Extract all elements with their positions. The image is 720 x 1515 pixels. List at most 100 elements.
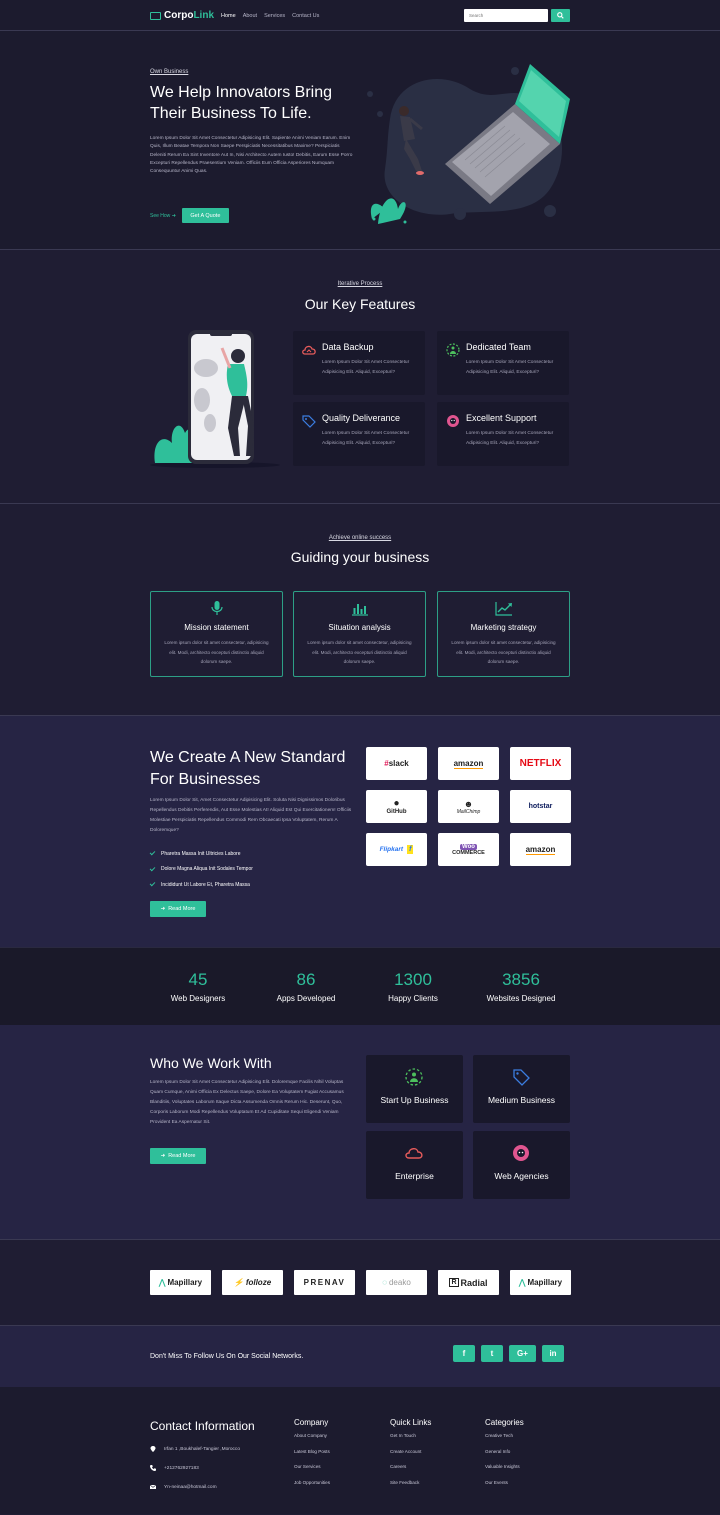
- features-title: Our Key Features: [304, 296, 416, 312]
- logo-slack: # slack: [366, 747, 427, 780]
- standard-checklist: Pharetra Massa Init Ultricies Labore Dol…: [149, 846, 253, 893]
- main-menu: Home About Services Contact Us: [221, 13, 319, 19]
- checklist-item: Dolore Magna Aliqua Init Sodales Tempor: [149, 862, 253, 878]
- guiding-title: Guiding your business: [290, 549, 430, 565]
- who-we-work-with-section: Who We Work With Lorem Ipsum Dolor Sit A…: [0, 1025, 720, 1240]
- logo-flipkart: Flipkart f: [366, 833, 427, 866]
- footer-link[interactable]: General Info: [485, 1449, 510, 1454]
- contact-email: Yn-neinaa@hotmail.com: [150, 1484, 217, 1490]
- who-card-title: Web Agencies: [494, 1171, 549, 1181]
- footer-link[interactable]: Careers: [390, 1464, 406, 1469]
- footer-link[interactable]: Our Services: [294, 1464, 321, 1469]
- stat-label: Happy Clients: [388, 994, 438, 1003]
- stats-section: 45 Web Designers 86 Apps Developed 1300 …: [0, 947, 720, 1025]
- arrow-right-icon: ➜: [160, 906, 166, 912]
- footer-link[interactable]: Job Opportunities: [294, 1480, 330, 1485]
- check-icon: [149, 849, 156, 856]
- deako-icon: ◌: [382, 1278, 387, 1287]
- footer-link[interactable]: Latest Blog Posts: [294, 1449, 330, 1454]
- feature-body: Lorem Ipsum Dolor Sit Amet Consectetur A…: [466, 431, 554, 446]
- footer-column-company: Company About Company Latest Blog Posts …: [294, 1418, 330, 1496]
- envelope-icon: [150, 1484, 156, 1489]
- stat-label: Apps Developed: [276, 994, 336, 1003]
- support-icon: [447, 415, 459, 427]
- linkedin-button[interactable]: in: [542, 1345, 564, 1362]
- location-pin-icon: [150, 1446, 156, 1452]
- who-title: Who We Work With: [150, 1055, 272, 1071]
- footer-link[interactable]: Site Feedback: [390, 1480, 419, 1485]
- footer-link[interactable]: Our Events: [485, 1480, 508, 1485]
- client-logo-prenav: PRENAV: [294, 1270, 355, 1295]
- who-read-more-button[interactable]: ➜ Read More: [150, 1148, 206, 1164]
- hero-section: Own Business We Help Innovators Bring Th…: [0, 31, 720, 250]
- stat-label: Web Designers: [170, 994, 226, 1003]
- who-card-startup: Start Up Business: [366, 1055, 463, 1123]
- who-card-enterprise: Enterprise: [366, 1131, 463, 1199]
- hero-illustration: [367, 64, 570, 224]
- team-icon: [446, 343, 460, 357]
- nav-home[interactable]: Home: [221, 13, 236, 19]
- guiding-card-marketing: Marketing strategy Lorem ipsum dolor sit…: [437, 591, 570, 677]
- footer-link[interactable]: Valuable Insights: [485, 1464, 520, 1469]
- google-plus-button[interactable]: G+: [509, 1345, 536, 1362]
- see-how-link[interactable]: See How ➜: [150, 213, 176, 219]
- stat-label: Websites Designed: [486, 994, 556, 1003]
- feature-body: Lorem Ipsum Dolor Sit Amet Consectetur A…: [322, 431, 410, 446]
- hero-body: Lorem Ipsum Dolor Sit Amet Consectetur A…: [150, 136, 353, 175]
- footer-link[interactable]: Get In Touch: [390, 1433, 416, 1438]
- features-section: Iterative Process Our Key Features Data …: [0, 250, 720, 504]
- get-quote-button[interactable]: Get A Quote: [181, 208, 229, 223]
- feature-body: Lorem Ipsum Dolor Sit Amet Consectetur A…: [322, 360, 410, 375]
- logo[interactable]: Corpo Link: [150, 10, 214, 21]
- footer-column-categories: Categories Creative Tech General Info Va…: [485, 1418, 524, 1496]
- footer-column-title: Quick Links: [390, 1418, 432, 1427]
- footer-link[interactable]: Create Account: [390, 1449, 421, 1454]
- google-plus-icon: G+: [517, 1349, 528, 1358]
- logo-mailchimp: ☻ MailChimp: [438, 790, 499, 823]
- features-eyebrow: Iterative Process: [337, 281, 383, 287]
- stat-item: 1300 Happy Clients: [358, 970, 468, 1003]
- contact-phone: +212762927183: [150, 1465, 199, 1471]
- footer-link[interactable]: About Company: [294, 1433, 327, 1438]
- nav-about[interactable]: About: [243, 13, 257, 19]
- radial-icon: R: [449, 1278, 459, 1287]
- footer-link[interactable]: Creative Tech: [485, 1433, 513, 1438]
- who-card-title: Medium Business: [487, 1095, 556, 1105]
- team-icon: [405, 1068, 423, 1086]
- folloze-icon: ⚡: [233, 1278, 244, 1287]
- support-icon: [513, 1145, 529, 1161]
- feature-card-data-backup: Data Backup Lorem Ipsum Dolor Sit Amet C…: [293, 331, 425, 395]
- check-icon: [149, 865, 156, 872]
- logo-amazon: amazon: [438, 747, 499, 780]
- phone-illustration: [150, 330, 280, 468]
- client-logo-folloze: ⚡ folloze: [222, 1270, 283, 1295]
- guiding-card-situation: Situation analysis Lorem ipsum dolor sit…: [293, 591, 426, 677]
- stat-item: 86 Apps Developed: [251, 970, 361, 1003]
- who-card-title: Start Up Business: [380, 1095, 449, 1105]
- arrow-right-icon: ➜: [160, 1153, 166, 1159]
- search-input[interactable]: [464, 9, 548, 22]
- contact-address: Irfan 1 ,Boukhalef-Tangier ,Morocco: [150, 1446, 240, 1452]
- cloud-icon: [405, 1148, 423, 1159]
- stat-value: 45: [188, 970, 208, 989]
- feature-card-dedicated-team: Dedicated Team Lorem Ipsum Dolor Sit Ame…: [437, 331, 569, 395]
- logo-netflix: NETFLIX: [510, 747, 571, 780]
- twitter-button[interactable]: t: [481, 1345, 503, 1362]
- feature-title: Excellent Support: [466, 413, 537, 423]
- who-card-title: Enterprise: [395, 1171, 434, 1181]
- microphone-icon: [211, 601, 223, 615]
- who-card-medium: Medium Business: [473, 1055, 570, 1123]
- feature-title: Dedicated Team: [466, 342, 531, 352]
- client-logo-radial: R Radial: [438, 1270, 499, 1295]
- client-logo-mapillary: ⋀ Mapillary: [150, 1270, 211, 1295]
- social-text: Don't Miss To Follow Us On Our Social Ne…: [150, 1353, 304, 1360]
- nav-contact[interactable]: Contact Us: [292, 13, 319, 19]
- checklist-item: Incididunt Ut Labore Et, Pharetra Massa: [149, 877, 253, 893]
- standard-read-more-button[interactable]: ➜ Read More: [150, 901, 206, 917]
- nav-services[interactable]: Services: [264, 13, 285, 19]
- facebook-button[interactable]: f: [453, 1345, 475, 1362]
- search-button[interactable]: [551, 9, 570, 22]
- facebook-icon: f: [462, 1349, 466, 1358]
- tag-icon: [302, 415, 316, 428]
- search-icon: [557, 12, 564, 19]
